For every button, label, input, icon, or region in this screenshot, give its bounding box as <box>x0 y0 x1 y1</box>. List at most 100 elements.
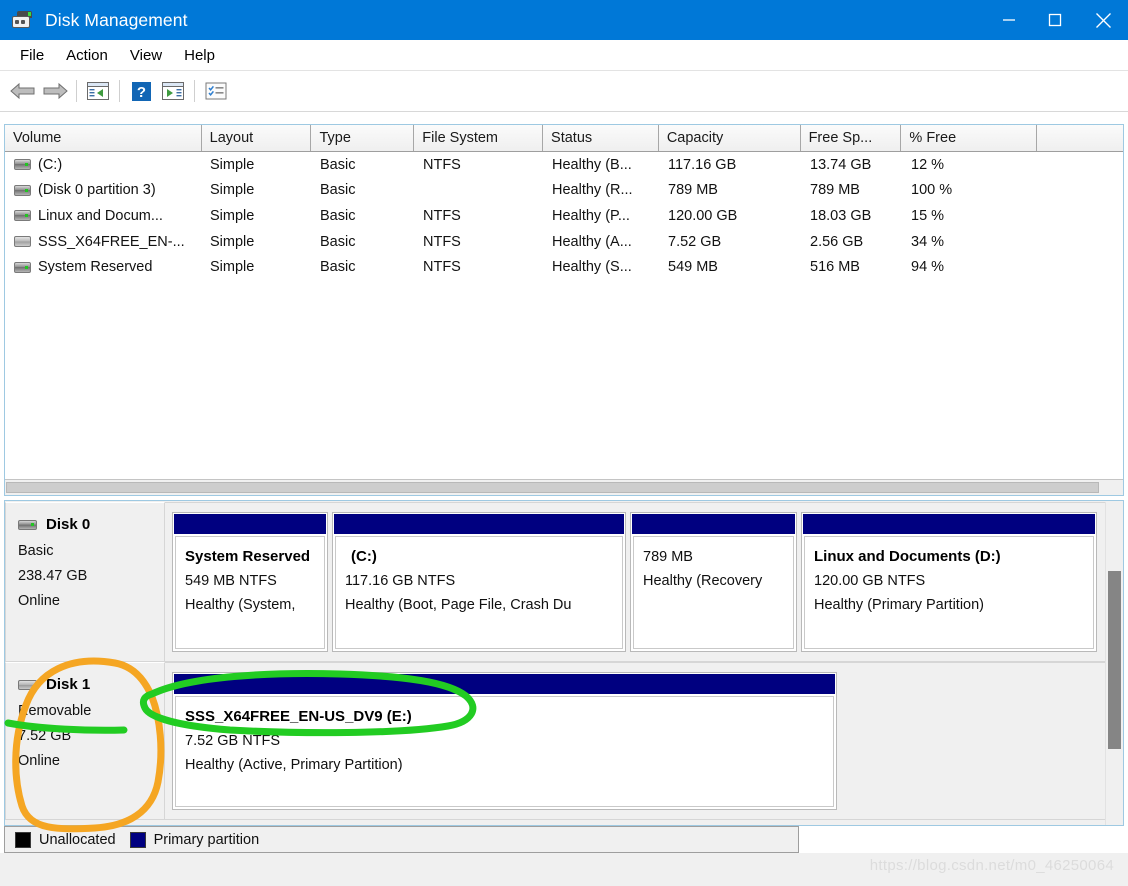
partition-health: Healthy (System, <box>185 597 296 613</box>
window-title: Disk Management <box>45 9 188 30</box>
svg-text:?: ? <box>136 84 145 101</box>
table-horizontal-scrollbar[interactable] <box>5 479 1123 495</box>
menu-help[interactable]: Help <box>173 44 226 67</box>
disk-type-label: Basic <box>18 543 54 559</box>
disk-size-label: 7.52 GB <box>18 728 72 744</box>
disk-management-icon <box>12 11 34 29</box>
column-header-free-space[interactable]: Free Sp... <box>800 125 902 151</box>
cell-type: Basic <box>320 156 356 173</box>
legend-bar: Unallocated Primary partition <box>4 826 799 853</box>
partition-size: 549 MB NTFS <box>185 573 277 589</box>
cell-volume: System Reserved <box>5 259 202 275</box>
cell-status: Healthy (S... <box>552 259 632 276</box>
cell-volume: Linux and Docum... <box>5 208 202 224</box>
disk-info-disk0[interactable]: Disk 0 Basic 238.47 GB Online <box>5 502 165 662</box>
table-row[interactable]: System Reserved Simple Basic NTFS Health… <box>5 254 1123 280</box>
column-header-blank[interactable] <box>1037 125 1123 151</box>
partition-d-drive[interactable]: Linux and Documents (D:) 120.00 GB NTFS … <box>801 512 1097 652</box>
table-row[interactable]: (Disk 0 partition 3) Simple Basic Health… <box>5 178 1123 204</box>
partition-system-reserved[interactable]: System Reserved 549 MB NTFS Healthy (Sys… <box>172 512 328 652</box>
legend-swatch-primary-partition <box>129 831 146 848</box>
cell-status: Healthy (A... <box>552 233 632 250</box>
cell-volume-label: Linux and Docum... <box>38 207 163 224</box>
column-header-status[interactable]: Status <box>543 125 659 151</box>
cell-free-space: 18.03 GB <box>810 207 872 224</box>
disk0-partitions: System Reserved 549 MB NTFS Healthy (Sys… <box>165 502 1108 662</box>
watermark-text: https://blog.csdn.net/m0_46250064 <box>869 857 1114 874</box>
cell-type: Basic <box>320 207 356 224</box>
legend-swatch-unallocated <box>15 831 31 848</box>
show-hide-action-pane-icon[interactable] <box>157 76 189 106</box>
table-row[interactable]: SSS_X64FREE_EN-... Simple Basic NTFS Hea… <box>5 229 1123 255</box>
partition-label: System Reserved <box>185 548 311 565</box>
cell-volume: SSS_X64FREE_EN-... <box>5 234 202 250</box>
volume-table: Volume Layout Type File System Status Ca… <box>4 124 1124 496</box>
partition-color-bar <box>173 513 327 534</box>
disk-info-disk1[interactable]: Disk 1 Removable 7.52 GB Online <box>5 662 165 820</box>
cell-percent-free: 15 % <box>911 207 945 224</box>
column-header-file-system[interactable]: File System <box>414 125 544 151</box>
volume-drive-icon <box>14 210 31 222</box>
table-row[interactable]: (C:) Simple Basic NTFS Healthy (B... 117… <box>5 152 1123 178</box>
menu-view[interactable]: View <box>119 44 173 67</box>
column-header-type[interactable]: Type <box>311 125 415 151</box>
forward-icon[interactable] <box>39 76 71 106</box>
cell-percent-free: 34 % <box>911 233 945 250</box>
close-button[interactable] <box>1078 0 1128 40</box>
disk-state-label: Online <box>18 753 60 769</box>
partition-label: (C:) <box>351 548 377 565</box>
legend-label-unallocated: Unallocated <box>39 831 116 848</box>
table-row[interactable]: Linux and Docum... Simple Basic NTFS Hea… <box>5 203 1123 229</box>
back-icon[interactable] <box>7 76 39 106</box>
disk-name-label: Disk 1 <box>46 676 91 693</box>
partition-c-drive[interactable]: (C:) 117.16 GB NTFS Healthy (Boot, Page … <box>332 512 626 652</box>
disk-row-disk1[interactable]: Disk 1 Removable 7.52 GB Online SSS_X64F… <box>5 662 1108 820</box>
partition-recovery[interactable]: 789 MB Healthy (Recovery <box>630 512 797 652</box>
column-header-percent-free[interactable]: % Free <box>901 125 1038 151</box>
show-hide-console-tree-icon[interactable] <box>82 76 114 106</box>
legend-label-primary-partition: Primary partition <box>153 831 260 848</box>
cell-file-system: NTFS <box>423 259 461 276</box>
cell-free-space: 789 MB <box>810 182 860 199</box>
scrollbar-thumb[interactable] <box>1108 571 1121 749</box>
cell-free-space: 13.74 GB <box>810 156 872 173</box>
volume-drive-icon <box>14 159 31 171</box>
cell-type: Basic <box>320 233 356 250</box>
maximize-button[interactable] <box>1032 0 1078 40</box>
column-header-volume[interactable]: Volume <box>5 125 202 151</box>
partition-health: Healthy (Active, Primary Partition) <box>185 757 403 773</box>
partition-e-drive[interactable]: SSS_X64FREE_EN-US_DV9 (E:) 7.52 GB NTFS … <box>172 672 837 810</box>
scrollbar-thumb[interactable] <box>6 482 1099 493</box>
window-controls <box>986 0 1128 40</box>
cell-volume: (Disk 0 partition 3) <box>5 182 202 198</box>
cell-percent-free: 100 % <box>911 182 953 199</box>
cell-status: Healthy (R... <box>552 182 633 199</box>
partition-label: Linux and Documents (D:) <box>814 548 1001 565</box>
partition-color-bar <box>802 513 1096 534</box>
volume-drive-icon <box>14 261 31 273</box>
cell-volume-label: (C:) <box>38 156 63 173</box>
disk-type-label: Removable <box>18 703 92 719</box>
disk-row-disk0[interactable]: Disk 0 Basic 238.47 GB Online System Res… <box>5 502 1108 662</box>
minimize-button[interactable] <box>986 0 1032 40</box>
properties-icon[interactable] <box>200 76 232 106</box>
cell-capacity: 117.16 GB <box>668 156 737 173</box>
menu-file[interactable]: File <box>9 44 55 67</box>
cell-file-system: NTFS <box>423 156 461 173</box>
volume-drive-icon <box>14 184 31 196</box>
disk-panel-vertical-scrollbar[interactable] <box>1105 502 1122 825</box>
column-header-layout[interactable]: Layout <box>201 125 312 151</box>
menu-action[interactable]: Action <box>55 44 119 67</box>
cell-free-space: 516 MB <box>810 259 860 276</box>
column-header-capacity[interactable]: Capacity <box>658 125 801 151</box>
help-icon[interactable]: ? <box>125 76 157 106</box>
partition-size: 7.52 GB NTFS <box>185 733 281 749</box>
cell-capacity: 7.52 GB <box>668 233 722 250</box>
partition-size: 789 MB <box>643 549 693 565</box>
cell-capacity: 120.00 GB <box>668 207 738 224</box>
title-bar: Disk Management <box>0 0 1128 40</box>
partition-health: Healthy (Primary Partition) <box>814 597 985 613</box>
disk-removable-icon <box>18 679 37 690</box>
cell-layout: Simple <box>210 259 255 276</box>
cell-capacity: 789 MB <box>668 182 718 199</box>
